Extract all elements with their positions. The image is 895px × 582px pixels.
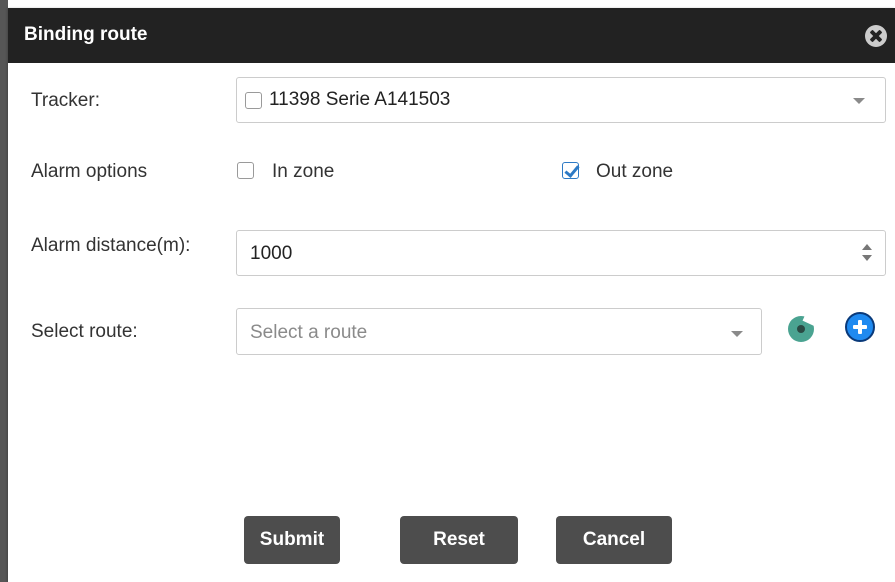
alarm-options-label: Alarm options: [31, 161, 148, 182]
submit-button[interactable]: Submit: [244, 516, 340, 564]
plus-icon[interactable]: [845, 312, 875, 342]
tracker-label: Tracker:: [31, 90, 100, 111]
select-route-label: Select route:: [31, 321, 138, 342]
chevron-down-icon: [731, 331, 743, 337]
close-icon[interactable]: [865, 25, 887, 47]
top-strip: [0, 0, 895, 8]
alarm-distance-input[interactable]: 1000: [236, 230, 886, 276]
in-zone-label[interactable]: In zone: [272, 160, 334, 183]
reset-button[interactable]: Reset: [400, 516, 518, 564]
route-preview-icon[interactable]: [788, 316, 814, 342]
in-zone-checkbox[interactable]: [237, 162, 254, 179]
cancel-button[interactable]: Cancel: [556, 516, 672, 564]
left-panel-edge: [0, 0, 8, 582]
out-zone-label[interactable]: Out zone: [596, 160, 673, 183]
chevron-down-icon: [853, 98, 865, 104]
alarm-distance-value: 1000: [250, 243, 293, 264]
screen: Binding route Tracker: 11398 Serie A1415…: [0, 0, 895, 582]
dialog-titlebar: Binding route: [8, 8, 895, 63]
route-select[interactable]: Select a route: [236, 308, 762, 355]
binding-route-dialog: Binding route Tracker: 11398 Serie A1415…: [8, 8, 895, 582]
tracker-select[interactable]: 11398 Serie A141503: [236, 77, 886, 123]
spin-up-icon[interactable]: [862, 244, 872, 250]
route-placeholder: Select a route: [250, 322, 368, 343]
tracker-value: 11398 Serie A141503: [269, 89, 451, 110]
tracker-checkbox-icon[interactable]: [245, 92, 262, 109]
spin-down-icon[interactable]: [862, 255, 872, 261]
out-zone-checkbox[interactable]: [562, 162, 579, 179]
dialog-title: Binding route: [24, 24, 148, 45]
alarm-distance-label: Alarm distance(m):: [31, 235, 191, 256]
